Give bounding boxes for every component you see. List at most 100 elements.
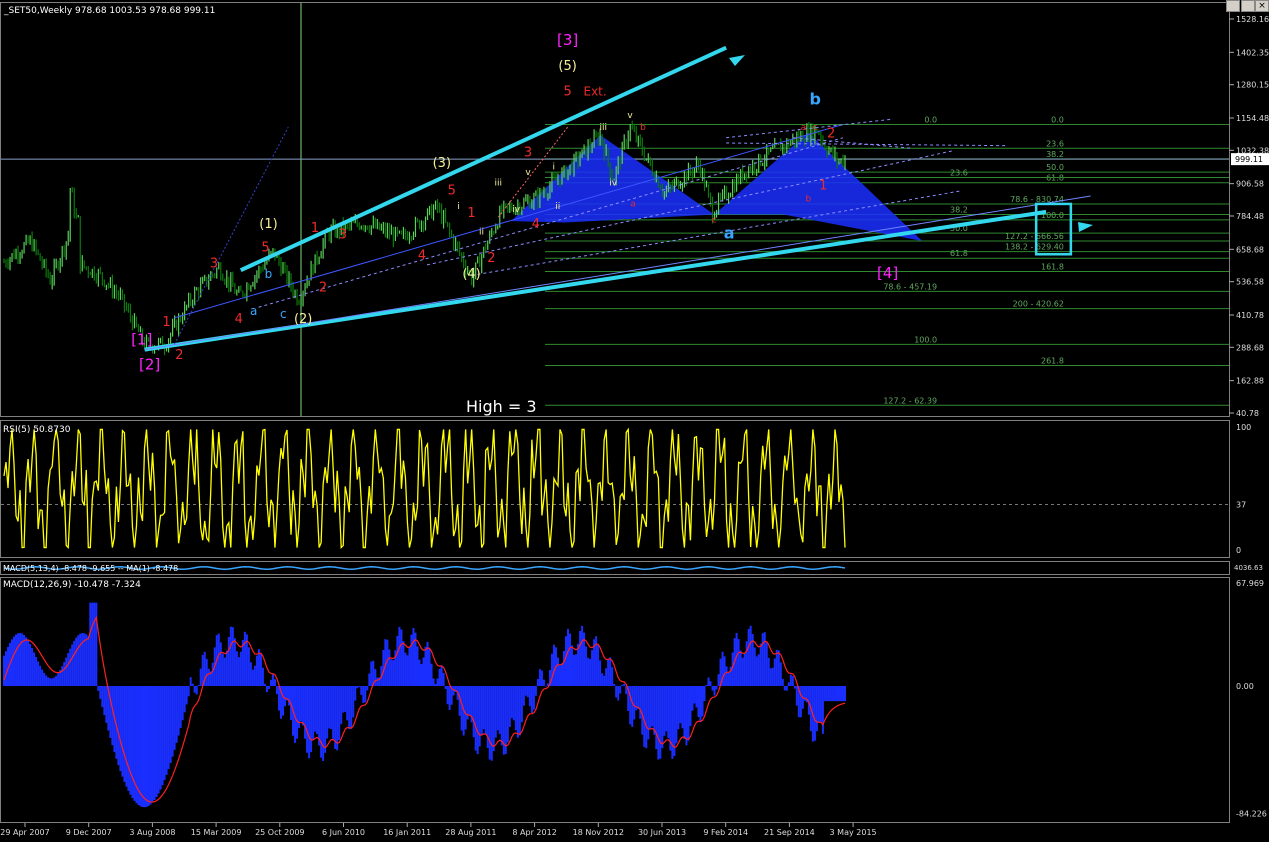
wave-label-minor: 2: [175, 348, 183, 363]
price-axis-label: 410.78: [1236, 311, 1264, 320]
price-axis-label: 658.68: [1236, 245, 1264, 254]
wave-label-sub: i: [553, 163, 556, 173]
wave-label-intermediate: (1): [259, 217, 277, 232]
macd-axis-label: -84.226: [1236, 810, 1267, 819]
wave-label-minor: 4: [418, 249, 426, 264]
time-axis-label: 16 Jan 2011: [383, 828, 431, 837]
wave-label-minor: 3: [339, 227, 347, 242]
fib-label: 61.8: [1046, 174, 1064, 183]
fib-label: 23.6: [1046, 139, 1064, 148]
chart-window: 0.0 0.0 23.6 38.2 50.0 61.8 23.6 38.2 50.0 61.8 78…: [0, 0, 1269, 838]
wave-label-minor: 1: [311, 221, 319, 236]
wave-label-sub: c: [813, 123, 818, 133]
wave-label-minor: 2: [319, 280, 327, 295]
time-axis-label: 30 Jun 2013: [638, 828, 686, 837]
wave-label-sub: iii: [495, 178, 503, 188]
wave-label-sub: a: [630, 200, 636, 210]
price-axis-label: 1154.48: [1236, 114, 1269, 123]
wave-label-minor: 5: [261, 241, 269, 256]
wave-label-sub: b: [805, 194, 811, 204]
wave-label-sub: c: [280, 307, 287, 321]
macd-fast-axis-label: 4036.63: [1234, 564, 1263, 572]
wave-label-sub: a: [724, 223, 735, 242]
wave-label-sub: i: [457, 202, 460, 212]
wave-label-intermediate: (4): [462, 267, 480, 282]
fib-label: 161.8: [1041, 262, 1064, 271]
close-button[interactable]: ×: [1255, 0, 1269, 12]
fib-label: 23.6: [950, 168, 968, 177]
wave-label-sub: b: [265, 267, 273, 281]
wave-label-sub: ii: [479, 227, 484, 237]
wave-label-sub: v: [627, 111, 633, 121]
macd-label: MACD(12,26,9) -10.478 -7.324: [3, 580, 141, 590]
time-axis-label: 9 Feb 2014: [703, 828, 748, 837]
time-axis-label: 9 Dec 2007: [66, 828, 112, 837]
fib-label: 78.6 - 830.74: [1010, 195, 1064, 204]
wave-label-primary: [1]: [131, 330, 152, 348]
time-axis-label: 28 Aug 2011: [445, 828, 496, 837]
macd-axis-label: 67.969: [1236, 579, 1264, 588]
wave-label-minor: 2: [487, 251, 495, 266]
wave-label-intermediate: (3): [433, 156, 451, 171]
wave-label-intermediate: (5): [558, 59, 576, 74]
wave-label-primary: [3]: [557, 31, 578, 49]
time-axis-label: 3 Aug 2008: [129, 828, 175, 837]
rsi-axis-label: 37: [1236, 500, 1246, 509]
fib-label: 61.8: [950, 249, 968, 258]
time-axis-label: 29 Apr 2007: [0, 828, 49, 837]
price-axis-label: 1402.35: [1236, 48, 1269, 57]
wave-label-sub: iv: [512, 205, 521, 215]
wave-label-minor: 1: [819, 178, 827, 193]
wave-label-minor: 5: [448, 184, 456, 199]
wave-label-sub: iii: [600, 123, 608, 133]
macd-axis-label: 0.00: [1236, 682, 1254, 691]
fib-label: 127.2 - 62.39: [883, 396, 937, 405]
wave-label-minor: 3: [210, 257, 218, 272]
current-price-label: 999.11: [1235, 155, 1263, 164]
fib-label: 100.0: [914, 335, 937, 344]
wave-label-sub: iv: [609, 178, 618, 188]
wave-label-sub: v: [525, 168, 531, 178]
wave-label-minor: 4: [532, 217, 540, 232]
wave-label-sub: a: [801, 123, 807, 133]
macd-fast-label: MACD(5,13,4) -8.478 -9.655 -- MA(1) -8.4…: [3, 564, 178, 573]
wave-label-sub: c: [712, 215, 717, 225]
rsi-label: RSI(5) 50.8730: [3, 425, 71, 435]
fib-label: 38.2: [1046, 150, 1064, 159]
price-axis-label: 1528.16: [1236, 15, 1269, 24]
price-axis-label: 1280.15: [1236, 81, 1269, 90]
chart-canvas[interactable]: 0.0 0.023.638.250.061.823.638.250.061.878…: [0, 0, 1269, 838]
time-axis-label: 21 Sep 2014: [764, 828, 815, 837]
fib-label: 138.2 - 629.40: [1005, 243, 1064, 252]
high-note: High = 3: [466, 397, 537, 416]
wave-label-minor: 5: [563, 84, 571, 99]
fib-label: 0.0: [1051, 115, 1064, 124]
price-axis-label: 288.68: [1236, 343, 1264, 352]
time-axis-label: 3 May 2015: [830, 828, 877, 837]
wave-label-intermediate: (2): [294, 312, 312, 327]
wave-label-sub: b: [810, 90, 821, 109]
wave-label-minor: 4: [235, 312, 243, 327]
rsi-axis-label: 100: [1236, 423, 1251, 432]
time-axis-label: 25 Oct 2009: [255, 828, 304, 837]
wave-label-minor: 1: [162, 315, 170, 330]
rsi-axis-label: 0: [1236, 546, 1241, 555]
fib-label: 200 - 420.62: [1013, 300, 1064, 309]
extension-label: Ext.: [583, 84, 606, 98]
wave-label-sub: ii: [555, 202, 560, 212]
chart-header: _SET50,Weekly 978.68 1003.53 978.68 999.…: [3, 6, 215, 16]
minimize-button[interactable]: [1226, 0, 1240, 12]
maximize-button[interactable]: [1241, 0, 1255, 12]
fib-label: 78.6 - 457.19: [883, 282, 937, 291]
wave-label-primary: [2]: [139, 355, 160, 373]
time-axis-label: 8 Apr 2012: [512, 828, 556, 837]
wave-label-minor: 3: [524, 145, 532, 160]
price-axis-label: 536.58: [1236, 278, 1264, 287]
wave-label-primary: [4]: [877, 264, 898, 282]
price-axis-label: 162.88: [1236, 377, 1264, 386]
price-axis-label: 40.78: [1236, 409, 1259, 418]
price-axis-label: 906.58: [1236, 180, 1264, 189]
time-axis-label: 15 Mar 2009: [191, 828, 242, 837]
price-axis-label: 784.48: [1236, 212, 1264, 221]
fib-label: 127.2 - 666.56: [1005, 232, 1064, 241]
